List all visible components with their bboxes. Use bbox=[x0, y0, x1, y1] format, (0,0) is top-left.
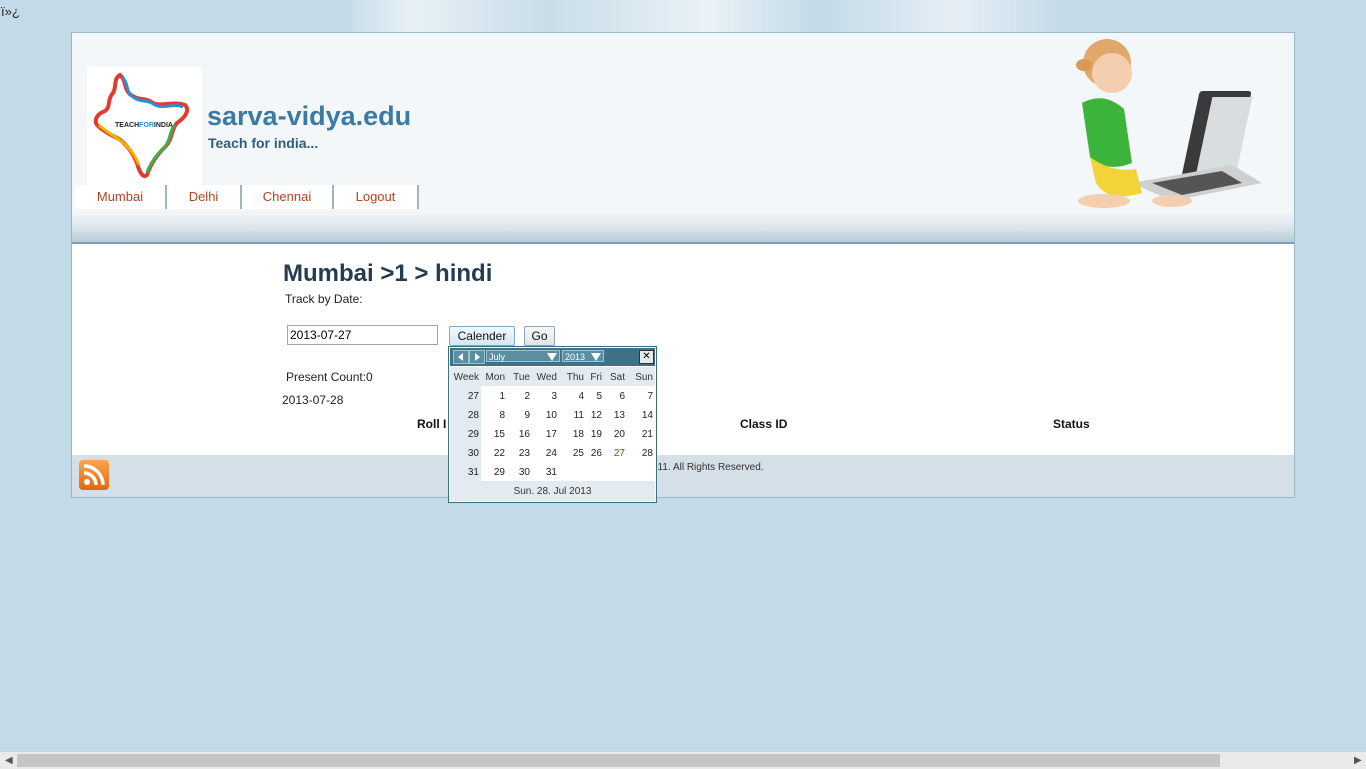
calendar-button[interactable]: Calender bbox=[449, 326, 515, 346]
table-header-status: Status bbox=[1053, 417, 1090, 431]
calendar-day[interactable]: 17 bbox=[537, 429, 557, 440]
calendar-day[interactable]: 23 bbox=[510, 448, 530, 459]
calendar-day[interactable]: 7 bbox=[633, 391, 653, 402]
calendar-day[interactable]: 19 bbox=[582, 429, 602, 440]
prev-month-button[interactable] bbox=[453, 350, 469, 364]
calendar-day[interactable]: 8 bbox=[485, 410, 505, 421]
month-select[interactable]: July bbox=[486, 350, 560, 362]
calendar-day[interactable]: 2 bbox=[510, 391, 530, 402]
calendar-day[interactable]: 21 bbox=[633, 429, 653, 440]
india-map-icon: TEACHFORINDIA bbox=[93, 72, 190, 178]
week-number: 28 bbox=[467, 410, 479, 421]
tab-delhi[interactable]: Delhi bbox=[167, 185, 242, 209]
header-fri: Fri bbox=[590, 372, 602, 383]
site-logo: TEACHFORINDIA bbox=[87, 67, 202, 185]
present-count: Present Count:0 bbox=[286, 370, 373, 384]
tab-mumbai[interactable]: Mumbai bbox=[75, 185, 167, 209]
year-select[interactable]: 2013 bbox=[562, 350, 604, 362]
child-laptop-image bbox=[1076, 39, 1262, 208]
calendar-day[interactable]: 18 bbox=[564, 429, 584, 440]
rss-glyph-icon bbox=[83, 464, 105, 486]
scroll-left-icon[interactable]: ◀ bbox=[5, 755, 13, 766]
month-value: July bbox=[489, 352, 506, 362]
nav-band bbox=[72, 211, 1294, 244]
tab-chennai[interactable]: Chennai bbox=[242, 185, 334, 209]
calendar-day[interactable]: 22 bbox=[485, 448, 505, 459]
scroll-thumb[interactable] bbox=[17, 754, 1220, 767]
scroll-right-icon[interactable]: ▶ bbox=[1354, 755, 1362, 766]
calendar-day[interactable]: 11 bbox=[564, 410, 584, 421]
header-tue: Tue bbox=[513, 372, 530, 383]
calendar-day[interactable]: 12 bbox=[582, 410, 602, 421]
year-value: 2013 bbox=[565, 352, 586, 362]
calendar-popup: July 2013 ✕ Week Mon Tue Wed Thu Fri Sat… bbox=[448, 346, 657, 503]
calendar-day[interactable]: 4 bbox=[564, 391, 584, 402]
calendar-day[interactable]: 27 bbox=[605, 448, 625, 459]
calendar-day[interactable]: 5 bbox=[582, 391, 602, 402]
calendar-day[interactable]: 3 bbox=[537, 391, 557, 402]
top-gradient-strip bbox=[0, 0, 1366, 32]
copyright-text: 011. All Rights Reserved. bbox=[652, 462, 764, 473]
table-header-roll: Roll I bbox=[417, 417, 447, 431]
site-name: sarva-vidya.edu bbox=[207, 101, 412, 131]
calendar-day[interactable]: 1 bbox=[485, 391, 505, 402]
calendar-week-column bbox=[450, 367, 481, 481]
arrow-left-icon bbox=[458, 353, 463, 361]
page-container: TEACHFORINDIA sarva-vidya.edu Teach for … bbox=[71, 32, 1295, 498]
horizontal-scrollbar[interactable]: ◀ ▶ bbox=[0, 751, 1366, 769]
page-title: Mumbai >1 > hindi bbox=[283, 260, 493, 287]
calendar-day[interactable]: 15 bbox=[485, 429, 505, 440]
svg-text:TEACHFORINDIA: TEACHFORINDIA bbox=[115, 122, 173, 129]
week-number: 31 bbox=[467, 467, 479, 478]
chevron-down-icon bbox=[591, 353, 601, 361]
calendar-day[interactable]: 13 bbox=[605, 410, 625, 421]
week-number: 29 bbox=[467, 429, 479, 440]
arrow-right-icon bbox=[475, 353, 480, 361]
track-by-date-label: Track by Date: bbox=[285, 292, 363, 306]
calendar-day[interactable]: 30 bbox=[510, 467, 530, 478]
calendar-day[interactable]: 29 bbox=[485, 467, 505, 478]
go-button[interactable]: Go bbox=[524, 326, 555, 346]
week-number: 30 bbox=[467, 448, 479, 459]
calendar-day[interactable]: 9 bbox=[510, 410, 530, 421]
chevron-down-icon bbox=[547, 353, 557, 361]
date-input[interactable] bbox=[287, 325, 438, 345]
stray-bom-text: ï»¿ bbox=[1, 4, 20, 19]
tab-logout[interactable]: Logout bbox=[334, 185, 419, 209]
header-wed: Wed bbox=[536, 372, 557, 383]
calendar-day[interactable]: 6 bbox=[605, 391, 625, 402]
next-month-button[interactable] bbox=[469, 350, 485, 364]
calendar-day[interactable]: 24 bbox=[537, 448, 557, 459]
header-sun: Sun bbox=[635, 372, 653, 383]
calendar-day[interactable]: 25 bbox=[564, 448, 584, 459]
header-mon: Mon bbox=[485, 372, 505, 383]
header-week: Week bbox=[453, 372, 479, 383]
header-sat: Sat bbox=[609, 372, 625, 383]
calendar-close-button[interactable]: ✕ bbox=[639, 350, 654, 364]
calendar-day[interactable]: 31 bbox=[537, 467, 557, 478]
calendar-day[interactable]: 16 bbox=[510, 429, 530, 440]
week-number: 27 bbox=[467, 391, 479, 402]
calendar-day[interactable]: 20 bbox=[605, 429, 625, 440]
calendar-day[interactable]: 28 bbox=[633, 448, 653, 459]
calendar-day[interactable]: 26 bbox=[582, 448, 602, 459]
calendar-day[interactable]: 10 bbox=[537, 410, 557, 421]
site-tagline: Teach for india... bbox=[208, 135, 319, 151]
table-header-class-id: Class ID bbox=[740, 417, 788, 431]
calendar-status: Sun. 28. Jul 2013 bbox=[513, 486, 592, 497]
content-area bbox=[72, 244, 1294, 455]
selected-date: 2013-07-28 bbox=[282, 393, 344, 407]
calendar-day[interactable]: 14 bbox=[633, 410, 653, 421]
rss-icon[interactable] bbox=[79, 460, 109, 490]
